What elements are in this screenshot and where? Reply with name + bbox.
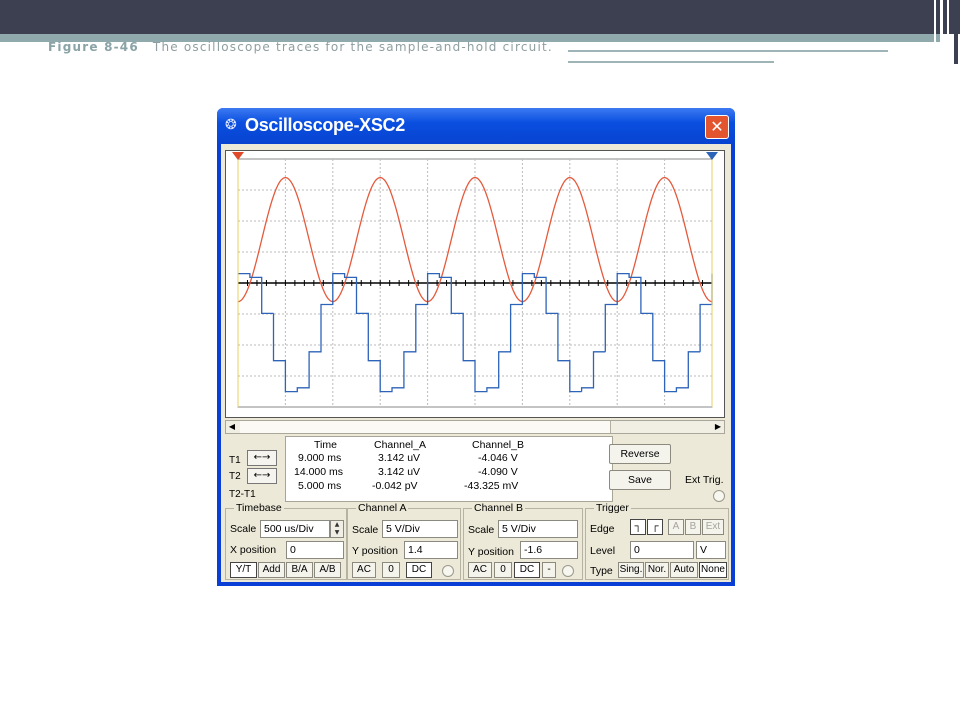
horizontal-scrollbar[interactable]: ◀ ▶: [225, 420, 725, 434]
figure-label: Figure 8-46: [48, 40, 139, 54]
t2-move-button[interactable]: ←→: [247, 468, 277, 484]
trigger-auto-button[interactable]: Auto: [670, 562, 698, 578]
slide-header-bar: [0, 0, 960, 34]
header-decoration: [930, 0, 960, 64]
channel-b-invert-button[interactable]: -: [542, 562, 556, 578]
readout-header-channel-b: Channel_B: [472, 439, 524, 451]
mode-yt-button[interactable]: Y/T: [230, 562, 257, 578]
mode-add-button[interactable]: Add: [258, 562, 285, 578]
figure-caption: Figure 8-46 The oscilloscope traces for t…: [48, 40, 553, 54]
readout-t2-channel-b: -4.090 V: [478, 466, 518, 478]
channel-b-ypos-input[interactable]: -1.6: [520, 541, 578, 559]
scope-graph: [232, 152, 718, 408]
channel-a-scale-label: Scale: [352, 524, 379, 536]
trigger-level-input[interactable]: 0: [630, 541, 694, 559]
trigger-edge-label: Edge: [590, 523, 615, 535]
trigger-group: Trigger Edge ┐ ┌ A B Ext Level 0 V Type …: [585, 502, 729, 580]
channel-a-title: Channel A: [356, 502, 409, 514]
channel-b-radio[interactable]: [562, 565, 574, 577]
channel-a-zero-button[interactable]: 0: [382, 562, 400, 578]
mode-ab-button[interactable]: A/B: [314, 562, 341, 578]
timebase-title: Timebase: [234, 502, 284, 514]
trigger-level-unit[interactable]: V: [696, 541, 726, 559]
timebase-scale-spinner[interactable]: ▲ ▼: [330, 520, 344, 538]
channel-a-ac-button[interactable]: AC: [352, 562, 376, 578]
x-position-input[interactable]: 0: [286, 541, 344, 559]
trigger-source-a-button[interactable]: A: [668, 519, 684, 535]
oscilloscope-icon: ❂: [225, 117, 237, 133]
readout-t1-time: 9.000 ms: [298, 452, 342, 464]
save-button[interactable]: Save: [609, 470, 671, 490]
trigger-none-button[interactable]: None: [699, 562, 727, 578]
timebase-scale-label: Scale: [230, 523, 257, 535]
channel-a-scale-input[interactable]: 5 V/Div: [382, 520, 458, 538]
rising-edge-icon: ┐: [634, 521, 642, 532]
channel-b-scale-label: Scale: [468, 524, 495, 536]
ext-trig-radio[interactable]: [713, 490, 725, 502]
channel-b-ypos-label: Y position: [468, 546, 514, 558]
channel-b-ac-button[interactable]: AC: [468, 562, 492, 578]
readout-diff-channel-a: -0.042 pV: [372, 480, 418, 492]
t2-arrows-icon: ←→: [253, 470, 271, 481]
scroll-thumb[interactable]: [240, 421, 611, 433]
channel-a-radio[interactable]: [442, 565, 454, 577]
ext-trig-label: Ext Trig.: [685, 474, 724, 486]
readout-diff-channel-b: -43.325 mV: [464, 480, 519, 492]
x-position-label: X position: [230, 544, 277, 556]
readout-header-channel-a: Channel_A: [374, 439, 426, 451]
header-rule-short: [568, 61, 774, 63]
t1-label: T1: [229, 455, 241, 466]
channel-b-dc-button[interactable]: DC: [514, 562, 540, 578]
readout-t1-channel-b: -4.046 V: [478, 452, 518, 464]
channel-b-zero-button[interactable]: 0: [494, 562, 512, 578]
timebase-scale-input[interactable]: 500 us/Div: [260, 520, 330, 538]
trigger-single-button[interactable]: Sing.: [618, 562, 644, 578]
channel-a-ypos-input[interactable]: 1.4: [404, 541, 458, 559]
channel-b-group: Channel B Scale 5 V/Div Y position -1.6 …: [463, 502, 583, 580]
oscilloscope-window: ❂ Oscilloscope-XSC2 ✕ ◀ ▶ T1 ←→ T2 ←→ T2…: [217, 108, 735, 586]
scroll-left-icon[interactable]: ◀: [226, 421, 238, 433]
scope-display[interactable]: [225, 150, 725, 418]
trigger-level-label: Level: [590, 545, 616, 557]
close-button[interactable]: ✕: [705, 115, 729, 139]
channel-a-ypos-label: Y position: [352, 545, 398, 557]
t2-label: T2: [229, 471, 241, 482]
readout-header-time: Time: [314, 439, 337, 451]
mode-ba-button[interactable]: B/A: [286, 562, 313, 578]
trigger-normal-button[interactable]: Nor.: [645, 562, 669, 578]
falling-edge-button[interactable]: ┌: [647, 519, 663, 535]
t1-arrows-icon: ←→: [253, 452, 271, 463]
window-title: Oscilloscope-XSC2: [245, 115, 405, 135]
falling-edge-icon: ┌: [651, 521, 659, 532]
channel-b-scale-input[interactable]: 5 V/Div: [498, 520, 578, 538]
trigger-source-ext-button[interactable]: Ext: [702, 519, 724, 535]
readout-t2-channel-a: 3.142 uV: [378, 466, 421, 478]
trigger-title: Trigger: [594, 502, 631, 514]
channel-a-group: Channel A Scale 5 V/Div Y position 1.4 A…: [347, 502, 461, 580]
measurement-readout: Time Channel_A Channel_B 9.000 ms 3.142 …: [285, 436, 613, 502]
t2-t1-label: T2-T1: [229, 489, 256, 500]
close-icon: ✕: [710, 117, 724, 136]
readout-diff-time: 5.000 ms: [298, 480, 342, 492]
title-bar[interactable]: ❂ Oscilloscope-XSC2 ✕: [217, 108, 735, 144]
rising-edge-button[interactable]: ┐: [630, 519, 646, 535]
scroll-right-icon[interactable]: ▶: [712, 421, 724, 433]
trigger-type-label: Type: [590, 565, 613, 577]
window-client: ◀ ▶ T1 ←→ T2 ←→ T2-T1 Time Channel_A Cha…: [221, 144, 731, 582]
header-rule: [568, 50, 888, 52]
readout-t1-channel-a: 3.142 uV: [378, 452, 421, 464]
trigger-source-b-button[interactable]: B: [685, 519, 701, 535]
timebase-group: Timebase Scale 500 us/Div ▲ ▼ X position …: [225, 502, 347, 580]
channel-b-title: Channel B: [472, 502, 526, 514]
reverse-button[interactable]: Reverse: [609, 444, 671, 464]
t1-move-button[interactable]: ←→: [247, 450, 277, 466]
readout-t2-time: 14.000 ms: [294, 466, 344, 478]
channel-a-dc-button[interactable]: DC: [406, 562, 432, 578]
figure-caption-text: The oscilloscope traces for the sample-a…: [152, 40, 553, 54]
